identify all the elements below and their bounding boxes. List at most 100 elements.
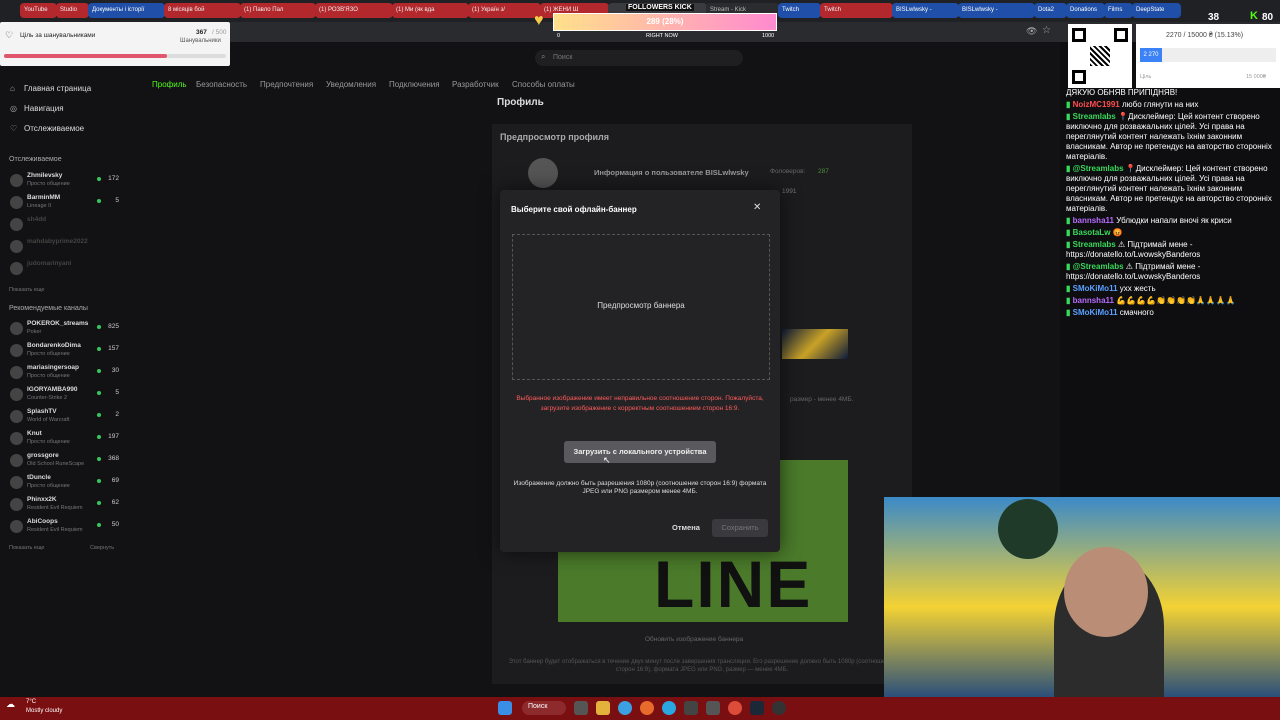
banner-note: Этот баннер будет отображаться в течение… (508, 659, 896, 673)
nav-label: Навигация (24, 104, 64, 113)
browser-tab[interactable]: Twitch (820, 3, 893, 18)
nav-following[interactable]: ♡ Отслеживаемое (10, 124, 84, 133)
sidebar-channel[interactable]: mahdabyprime2022 (8, 238, 123, 258)
task-view-icon[interactable] (574, 701, 588, 715)
close-icon[interactable]: ✕ (753, 202, 761, 213)
sidebar-channel[interactable]: POKEROK_streams Poker 825 (8, 320, 123, 340)
viewer-count: 5 (115, 197, 119, 204)
sidebar-channel[interactable]: BarminMM Lineage II 5 (8, 194, 123, 214)
tab-profile[interactable]: Профиль (152, 80, 187, 89)
sidebar-channel[interactable]: Zhmilevsky Просто общение 172 (8, 172, 123, 192)
chat-username[interactable]: @Streamlabs (1073, 262, 1124, 271)
upload-local-button[interactable]: Загрузить с локального устройства (564, 441, 716, 463)
chat-username[interactable]: Streamlabs (1073, 112, 1116, 121)
modal-title: Выберите свой офлайн-баннер (511, 205, 637, 214)
chrome-icon[interactable] (728, 701, 742, 715)
browser-tab[interactable]: Dota2 (1034, 3, 1067, 18)
browser-tab[interactable]: Donations (1066, 3, 1105, 18)
followers-min: 0 (557, 33, 561, 39)
chat-username[interactable]: NoizMC1991 (1073, 100, 1120, 109)
tab-security[interactable]: Безопасность (196, 80, 247, 89)
taskbar-search[interactable]: Поиск (522, 701, 566, 715)
edge-icon[interactable] (618, 701, 632, 715)
browser-tab[interactable]: Документы і історії (88, 3, 165, 18)
browser-tab[interactable]: DeepState (1132, 3, 1181, 18)
weather-text: Mostly cloudy (26, 708, 63, 714)
sidebar-channel[interactable]: IGORYAMBA990 Counter-Strike 2 5 (8, 386, 123, 406)
telegram-icon[interactable] (662, 701, 676, 715)
browser-tab[interactable]: (1) РОЗВ'ЯЗО (315, 3, 393, 18)
bookmark-star-icon[interactable]: ☆ (1042, 25, 1051, 36)
kick-badge-icon: ▮ (1066, 308, 1073, 317)
app-icon[interactable] (684, 701, 698, 715)
kick-badge-icon: ▮ (1066, 228, 1073, 237)
update-banner-button[interactable]: Обновить изображение баннера (645, 636, 743, 643)
nav-browse[interactable]: ◎ Навигация (10, 104, 64, 113)
live-dot (97, 177, 101, 181)
save-button[interactable]: Сохранить (712, 519, 768, 537)
channel-game: Просто общение (27, 181, 70, 187)
browser-tab[interactable]: 8 місяців бой (164, 3, 241, 18)
chat-username[interactable]: bannsha11 (1073, 216, 1114, 225)
windows-start-icon[interactable] (498, 701, 512, 715)
live-dot (97, 479, 101, 483)
chat-message: ▮ BasotaLw 😡 (1066, 228, 1280, 238)
collapse-link[interactable]: Свернуть (90, 545, 114, 551)
show-more-followed[interactable]: Показать еще (9, 287, 45, 293)
tab-preferences[interactable]: Предпочтения (260, 80, 313, 89)
banner-preview-area[interactable]: Предпросмотр баннера (512, 234, 770, 380)
sidebar-channel[interactable]: Knut Просто общение 197 (8, 430, 123, 450)
sidebar-channel[interactable]: SplashTV World of Warcraft 2 (8, 408, 123, 428)
firefox-icon[interactable] (640, 701, 654, 715)
browser-tab[interactable]: YouTube (20, 3, 57, 18)
sidebar-channel[interactable]: grossgore Old School RuneScape 368 (8, 452, 123, 472)
chat-username[interactable]: SMoKiMo11 (1073, 308, 1118, 317)
channel-name: Knut (27, 430, 42, 437)
browser-tab[interactable]: Twitch (778, 3, 821, 18)
browser-tab[interactable]: (1) Павло Пал (240, 3, 316, 18)
goal-total: / 500 (212, 29, 227, 36)
tab-notifications[interactable]: Уведомления (326, 80, 376, 89)
channel-game: Просто общение (27, 483, 70, 489)
browser-tab[interactable]: (1) Україн з/ (468, 3, 541, 18)
tab-connections[interactable]: Подключения (389, 80, 440, 89)
sidebar-channel[interactable]: mariasingersoap Просто общение 30 (8, 364, 123, 384)
extension-icon[interactable]: 👁 (1026, 26, 1037, 37)
browser-tab[interactable]: Studio (56, 3, 89, 18)
sidebar-channel[interactable]: BondarenkoDima Просто общение 157 (8, 342, 123, 362)
tab-payment[interactable]: Способы оплаты (512, 80, 575, 89)
tab-developer[interactable]: Разработчик (452, 80, 499, 89)
avatar (528, 158, 558, 188)
steam-icon[interactable] (750, 701, 764, 715)
chat-message: ▮ @Streamlabs ⚠ Підтримай мене - https:/… (1066, 262, 1280, 282)
chat-username[interactable]: bannsha11 (1073, 296, 1114, 305)
live-dot (97, 391, 101, 395)
chat-username[interactable]: Streamlabs (1073, 240, 1116, 249)
sidebar-channel[interactable]: AbiCoops Resident Evil Requiem 50 (8, 518, 123, 538)
live-dot (97, 523, 101, 527)
obs-icon[interactable] (772, 701, 786, 715)
cancel-button[interactable]: Отмена (672, 523, 700, 532)
browser-tab[interactable]: BISLwlwsky - (958, 3, 1035, 18)
nav-home[interactable]: ⌂ Главная страница (10, 84, 91, 93)
browser-tab[interactable]: (1) Ми (як вда (392, 3, 469, 18)
sidebar-channel[interactable]: Phinxx2K Resident Evil Requiem 62 (8, 496, 123, 516)
app-icon[interactable] (706, 701, 720, 715)
emblem-icon (998, 499, 1058, 559)
browser-tab[interactable]: Films (1104, 3, 1133, 18)
sidebar-channel[interactable]: sh4dd (8, 216, 123, 236)
sidebar-channel[interactable]: tDunclе Просто общение 69 (8, 474, 123, 494)
show-more-recommended[interactable]: Показать еще (9, 545, 45, 551)
chat-username[interactable]: SMoKiMo11 (1073, 284, 1118, 293)
goal-progress-track (4, 54, 226, 58)
chat-message: ▮ bannsha11 Ублюдки напали вночі як крис… (1066, 216, 1280, 226)
sidebar-channel[interactable]: judomarinyani (8, 260, 123, 280)
search-box[interactable]: ⌕ Поиск (535, 50, 743, 66)
avatar (10, 454, 23, 467)
browser-tab[interactable]: BISLwlwsky - (892, 3, 959, 18)
search-icon: ⌕ (541, 52, 546, 61)
file-explorer-icon[interactable] (596, 701, 610, 715)
channel-game: Resident Evil Requiem (27, 505, 83, 511)
chat-username[interactable]: BasotaLw (1073, 228, 1111, 237)
chat-username[interactable]: @Streamlabs (1073, 164, 1124, 173)
